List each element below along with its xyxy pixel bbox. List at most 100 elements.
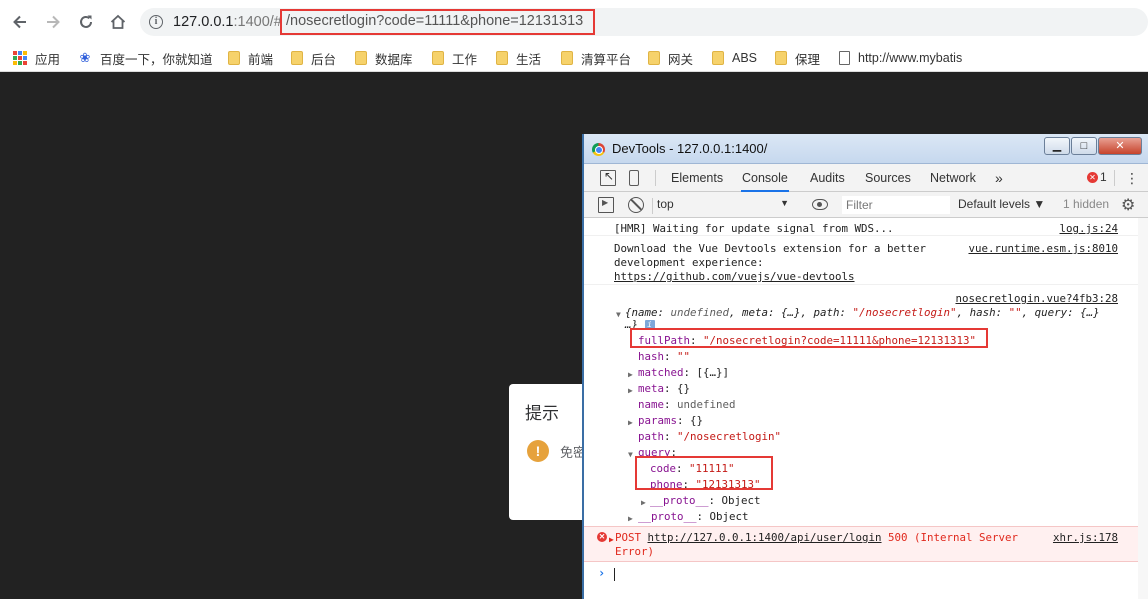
folder-icon: [648, 51, 660, 65]
folder-icon: [432, 51, 444, 65]
maximize-button[interactable]: □: [1071, 137, 1097, 155]
collapsed-triangle-icon[interactable]: ▶: [641, 498, 646, 507]
folder-icon: [291, 51, 303, 65]
divider: [1114, 170, 1115, 186]
highlight-box: [635, 456, 773, 490]
console-filter-input[interactable]: [842, 196, 950, 214]
collapsed-triangle-icon[interactable]: ▶: [628, 514, 633, 523]
page-icon: [839, 51, 850, 65]
hidden-count: 1 hidden: [1063, 197, 1110, 211]
devtools-window: DevTools - 127.0.0.1:1400/ ▁ □ ✕ Element…: [582, 134, 1148, 599]
home-button[interactable]: [106, 10, 130, 34]
collapsed-triangle-icon[interactable]: ▶: [628, 370, 633, 379]
console-error-message: ✕ ▶ POST http://127.0.0.1:1400/api/user/…: [584, 526, 1148, 562]
bookmark-mybatis[interactable]: http://www.mybatis: [839, 49, 962, 67]
chrome-logo-icon: [592, 143, 605, 156]
prop-name: name: undefined: [638, 398, 736, 411]
reload-button[interactable]: [74, 10, 98, 34]
bookmark-apps[interactable]: 应用: [13, 49, 60, 67]
device-toolbar-icon[interactable]: [629, 170, 639, 186]
arrow-left-icon: [13, 15, 26, 29]
highlight-box: [630, 328, 988, 348]
url-path-highlight: /nosecretlogin?code=11111&phone=12131313: [280, 9, 596, 35]
close-icon: ✕: [1115, 140, 1125, 152]
bookmark-factoring[interactable]: 保理: [775, 49, 820, 67]
error-count[interactable]: 1: [1100, 170, 1107, 184]
tab-sources[interactable]: Sources: [864, 164, 912, 192]
console-sidebar-icon[interactable]: [598, 197, 614, 213]
console-message: Download the Vue Devtools extension for …: [584, 237, 1148, 285]
prop-path: path: "/nosecretlogin": [638, 430, 782, 443]
info-icon[interactable]: i: [149, 15, 163, 29]
expanded-triangle-icon[interactable]: ▼: [616, 310, 621, 319]
error-icon: ✕: [597, 532, 607, 542]
collapsed-triangle-icon[interactable]: ▶: [628, 386, 633, 395]
context-selector[interactable]: top ▼: [657, 197, 793, 214]
bookmark-clearing[interactable]: 清算平台: [561, 49, 631, 67]
divider: [652, 198, 653, 214]
bookmark-abs[interactable]: ABS: [712, 49, 757, 67]
bookmark-work[interactable]: 工作: [432, 49, 477, 67]
folder-icon: [561, 51, 573, 65]
error-url-link[interactable]: http://127.0.0.1:1400/api/user/login: [648, 531, 882, 544]
devtools-titlebar[interactable]: DevTools - 127.0.0.1:1400/ ▁ □ ✕: [584, 134, 1148, 164]
arrow-right-icon: [47, 15, 60, 29]
bookmark-database[interactable]: 数据库: [355, 49, 413, 67]
source-link[interactable]: vue.runtime.esm.js:8010: [968, 242, 1118, 255]
eye-icon[interactable]: [812, 199, 828, 210]
error-icon[interactable]: ✕: [1087, 172, 1098, 183]
bookmark-baidu[interactable]: ❀ 百度一下，你就知道: [78, 49, 213, 67]
prop-hash: hash: "": [638, 350, 691, 363]
prop-params[interactable]: params: {}: [638, 414, 703, 427]
log-levels-dropdown[interactable]: Default levels ▼: [958, 197, 1045, 211]
folder-icon: [775, 51, 787, 65]
console-input[interactable]: [614, 568, 615, 581]
tab-audits[interactable]: Audits: [809, 164, 846, 192]
vue-devtools-link[interactable]: https://github.com/vuejs/vue-devtools: [614, 270, 855, 283]
tab-console[interactable]: Console: [741, 164, 789, 192]
source-link[interactable]: log.js:24: [1059, 222, 1118, 235]
forward-button[interactable]: [41, 10, 65, 34]
expanded-triangle-icon[interactable]: ▼: [628, 450, 633, 459]
prop-meta[interactable]: meta: {}: [638, 382, 690, 395]
collapsed-triangle-icon[interactable]: ▶: [609, 535, 614, 544]
devtools-tabbar: Elements Console Audits Sources Network …: [584, 164, 1148, 192]
folder-icon: [228, 51, 240, 65]
prop-matched[interactable]: matched: [{…}]: [638, 366, 729, 379]
source-link[interactable]: xhr.js:178: [1053, 531, 1118, 544]
tab-elements[interactable]: Elements: [670, 164, 724, 192]
more-tabs-button[interactable]: »: [994, 164, 1004, 192]
back-button[interactable]: [8, 10, 32, 34]
url-host: 127.0.0.1:1400/#: [173, 14, 282, 30]
console-filter-bar: top ▼ Default levels ▼ 1 hidden ⚙: [584, 192, 1148, 218]
prop-proto[interactable]: __proto__: Object: [638, 510, 749, 523]
folder-icon: [496, 51, 508, 65]
reload-icon: [80, 15, 92, 28]
minimize-button[interactable]: ▁: [1044, 137, 1070, 155]
gear-icon[interactable]: ⚙: [1121, 195, 1135, 215]
route-summary[interactable]: {name: undefined, meta: {…}, path: "/nos…: [625, 306, 1100, 319]
collapsed-triangle-icon[interactable]: ▶: [628, 418, 633, 427]
divider: [655, 170, 656, 186]
tab-network[interactable]: Network: [929, 164, 977, 192]
bookmark-frontend[interactable]: 前端: [228, 49, 273, 67]
console-prompt-icon: ›: [598, 566, 606, 580]
caret-down-icon: ▼: [780, 198, 789, 208]
bookmark-life[interactable]: 生活: [496, 49, 541, 67]
kebab-menu-icon[interactable]: ⋮: [1125, 169, 1139, 187]
bookmark-backend[interactable]: 后台: [291, 49, 336, 67]
paw-icon: ❀: [79, 50, 91, 65]
close-button[interactable]: ✕: [1098, 137, 1142, 155]
bookmark-gateway[interactable]: 网关: [648, 49, 693, 67]
inspect-element-icon[interactable]: [600, 169, 616, 186]
maximize-icon: □: [1080, 140, 1088, 152]
address-bar[interactable]: i 127.0.0.1:1400/# /nosecretlogin?code=1…: [140, 8, 1148, 36]
prop-proto-query[interactable]: __proto__: Object: [650, 494, 761, 507]
error-text: POST http://127.0.0.1:1400/api/user/logi…: [615, 531, 1019, 558]
clear-console-icon[interactable]: [628, 197, 644, 213]
minimize-icon: ▁: [1052, 140, 1062, 152]
source-link[interactable]: nosecretlogin.vue?4fb3:28: [955, 292, 1118, 305]
home-icon: [110, 14, 126, 29]
console-scrollbar[interactable]: [1138, 218, 1148, 599]
devtools-title: DevTools - 127.0.0.1:1400/: [612, 141, 768, 156]
